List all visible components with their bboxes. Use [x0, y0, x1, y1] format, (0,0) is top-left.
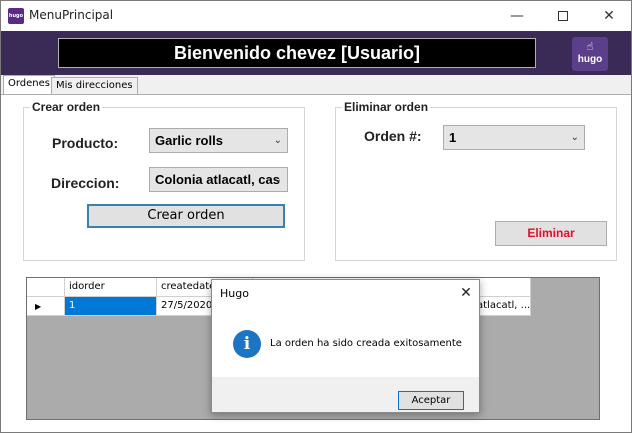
address-tail: atlacatl, ... [477, 300, 531, 311]
dialog-footer: Aceptar [212, 377, 479, 412]
maximize-button[interactable] [540, 1, 586, 31]
hand-logo-icon: ☝ [586, 40, 594, 53]
welcome-banner: Bienvenido chevez [Usuario] [58, 38, 536, 68]
dialog-message: La orden ha sido creada exitosamente [270, 338, 462, 349]
eliminar-orden-group: Eliminar orden Orden #: 1 ⌄ Eliminar [335, 100, 617, 261]
chevron-down-icon: ⌄ [273, 135, 282, 146]
chevron-down-icon: ⌄ [570, 132, 579, 143]
header-bar: Bienvenido chevez [Usuario] ☝ hugo [1, 31, 631, 75]
orden-combo[interactable]: 1 ⌄ [443, 125, 585, 150]
crear-orden-title: Crear orden [30, 100, 103, 114]
dialog-title: Hugo [220, 287, 249, 300]
window-title: MenuPrincipal [29, 8, 114, 22]
maximize-icon [558, 11, 568, 21]
main-window: hugo MenuPrincipal — ✕ Bienvenido chevez… [0, 0, 632, 433]
crear-orden-group: Crear orden Producto: Garlic rolls ⌄ Dir… [23, 100, 305, 261]
column-header-idorder[interactable]: idorder [65, 278, 157, 297]
orden-label: Orden #: [364, 128, 422, 144]
producto-combo[interactable]: Garlic rolls ⌄ [149, 128, 288, 153]
info-icon: i [233, 330, 261, 358]
direccion-combo[interactable]: Colonia atlacatl, cas ⌄ [149, 167, 288, 192]
logo-text: hugo [577, 54, 603, 65]
message-dialog: Hugo ✕ i La orden ha sido creada exitosa… [211, 279, 480, 413]
orden-value: 1 [449, 130, 457, 145]
hugo-logo: ☝ hugo [572, 37, 608, 71]
tab-strip: Ordenes Mis direcciones [1, 75, 631, 95]
eliminar-orden-title: Eliminar orden [342, 100, 431, 114]
app-icon: hugo [8, 8, 24, 24]
chevron-down-icon: ⌄ [273, 174, 282, 185]
direccion-value: Colonia atlacatl, cas [155, 172, 280, 187]
producto-label: Producto: [52, 135, 119, 151]
aceptar-button[interactable]: Aceptar [398, 391, 464, 410]
table-cell-idorder[interactable]: 1 [65, 297, 157, 316]
title-bar[interactable]: hugo MenuPrincipal — ✕ [1, 1, 631, 31]
eliminar-button[interactable]: Eliminar [495, 221, 607, 246]
minimize-button[interactable]: — [494, 1, 540, 31]
row-pointer-icon[interactable]: ▶ [27, 297, 65, 316]
close-button[interactable]: ✕ [586, 1, 631, 31]
tab-mis-direcciones[interactable]: Mis direcciones [51, 77, 138, 95]
crear-orden-button[interactable]: Crear orden [87, 204, 285, 228]
grid-corner [27, 278, 65, 297]
direccion-label: Direccion: [51, 175, 120, 191]
dialog-close-button[interactable]: ✕ [456, 283, 476, 303]
tab-ordenes[interactable]: Ordenes [3, 75, 56, 95]
producto-value: Garlic rolls [155, 133, 223, 148]
